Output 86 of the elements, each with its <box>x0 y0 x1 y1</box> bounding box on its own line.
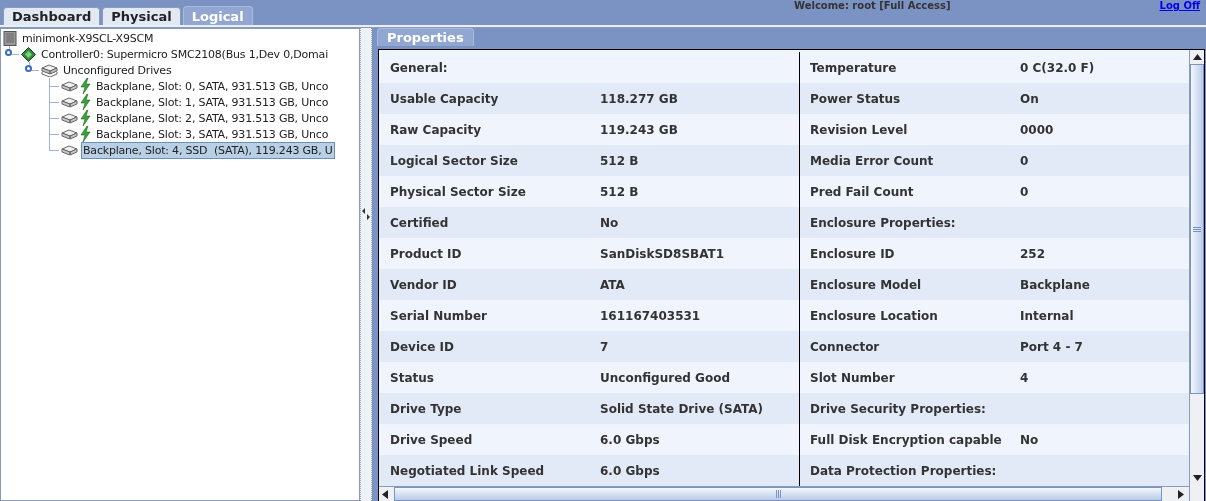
property-value: 0 <box>1020 152 1029 170</box>
property-value: ATA <box>600 276 625 294</box>
welcome-text: Welcome: root [Full Access] <box>794 0 951 11</box>
drives-icon <box>41 63 58 77</box>
server-icon <box>3 30 17 46</box>
disk-drive-icon <box>61 128 78 140</box>
property-value: On <box>1020 90 1039 108</box>
property-label: Connector <box>810 338 881 356</box>
property-value: 512 B <box>600 152 639 170</box>
property-label: Usable Capacity <box>390 90 500 108</box>
expand-handle[interactable] <box>25 65 32 72</box>
scroll-left-arrow-icon[interactable] <box>382 489 388 499</box>
tree-item[interactable]: Controller0: Supermicro SMC2108(Bus 1,Dev 0,Domai <box>39 45 330 63</box>
grip-icon <box>775 490 781 498</box>
property-label: Raw Capacity <box>390 121 482 139</box>
tree-item[interactable]: Backplane, Slot: 0, SATA, 931.513 GB, Unco <box>94 77 331 95</box>
lightning-icon <box>80 126 91 142</box>
vertical-scrollbar[interactable] <box>1189 50 1204 501</box>
property-label: Product ID <box>390 245 463 263</box>
property-value: 6.0 Gbps <box>600 462 660 480</box>
tab[interactable]: Physical <box>102 7 181 25</box>
tree-item[interactable]: Backplane, Slot: 4, SSD (SATA), 119.243 GB, U <box>81 141 335 159</box>
tree-item[interactable]: Unconfigured Drives <box>61 61 174 79</box>
property-value: 119.243 GB <box>600 121 678 139</box>
property-value: Backplane <box>1020 276 1090 294</box>
lightning-icon <box>80 78 91 94</box>
grip-icon <box>1193 226 1201 232</box>
tab[interactable]: Dashboard <box>3 7 101 25</box>
property-value: 4 <box>1020 369 1029 387</box>
disk-drive-icon <box>61 144 78 156</box>
collapse-arrows-icon[interactable] <box>362 208 370 220</box>
property-label: Physical Sector Size <box>390 183 527 201</box>
property-label: Media Error Count <box>810 152 935 170</box>
property-value: No <box>600 214 619 232</box>
property-label: Drive Type <box>390 400 463 418</box>
property-value: 252 <box>1020 245 1046 263</box>
section-heading: Drive Security Properties: <box>810 400 987 418</box>
scrollbar-thumb[interactable] <box>1190 64 1204 394</box>
property-value: 0 C(32.0 F) <box>1020 59 1095 77</box>
scroll-down-arrow-icon[interactable] <box>1192 475 1202 481</box>
disk-drive-icon <box>61 80 78 92</box>
disk-drive-icon <box>61 96 78 108</box>
property-value: Solid State Drive (SATA) <box>600 400 764 418</box>
section-heading: Enclosure Properties: <box>810 214 957 232</box>
property-label: Logical Sector Size <box>390 152 519 170</box>
property-label: Full Disk Encryption capable <box>810 431 1003 449</box>
property-value: 161167403531 <box>600 307 701 325</box>
property-label: Certified <box>390 214 450 232</box>
property-label: Enclosure Model <box>810 276 923 294</box>
property-label: Slot Number <box>810 369 896 387</box>
property-value: No <box>1020 431 1039 449</box>
property-label: Revision Level <box>810 121 909 139</box>
property-value: Port 4 - 7 <box>1020 338 1083 356</box>
tree-item[interactable]: Backplane, Slot: 1, SATA, 931.513 GB, Unco <box>94 93 331 111</box>
property-label: Vendor ID <box>390 276 458 294</box>
tree-item[interactable]: minimonk-X9SCL-X9SCM <box>20 29 156 47</box>
tree-item[interactable]: Backplane, Slot: 2, SATA, 931.513 GB, Unco <box>94 109 331 127</box>
scroll-right-arrow-icon[interactable] <box>1178 489 1184 499</box>
property-label: Drive Speed <box>390 431 474 449</box>
property-label: Pred Fail Count <box>810 183 915 201</box>
property-value: Internal <box>1020 307 1074 325</box>
lightning-icon <box>80 110 91 126</box>
property-label: Enclosure Location <box>810 307 939 325</box>
disk-drive-icon <box>61 112 78 124</box>
property-label: Temperature <box>810 59 898 77</box>
property-value: 512 B <box>600 183 639 201</box>
property-value: 118.277 GB <box>600 90 678 108</box>
property-value: 0 <box>1020 183 1029 201</box>
property-label: Serial Number <box>390 307 488 325</box>
property-label: Status <box>390 369 435 387</box>
scroll-up-arrow-icon[interactable] <box>1192 54 1202 60</box>
lightning-icon <box>80 94 91 110</box>
property-label: Device ID <box>390 338 455 356</box>
property-label: Negotiated Link Speed <box>390 462 546 480</box>
property-value: 7 <box>600 338 609 356</box>
property-value: 6.0 Gbps <box>600 431 660 449</box>
property-value: SanDiskSD8SBAT1 <box>600 245 725 263</box>
property-label: Enclosure ID <box>810 245 896 263</box>
property-value: 0000 <box>1020 121 1054 139</box>
property-value: Unconfigured Good <box>600 369 730 387</box>
expand-handle[interactable] <box>5 49 12 56</box>
diamond-chip-icon <box>21 46 36 62</box>
property-label: Power Status <box>810 90 902 108</box>
section-heading: General: <box>390 59 449 77</box>
tree-item[interactable]: Backplane, Slot: 3, SATA, 931.513 GB, Unco <box>94 125 331 143</box>
section-heading: Data Protection Properties: <box>810 462 998 480</box>
